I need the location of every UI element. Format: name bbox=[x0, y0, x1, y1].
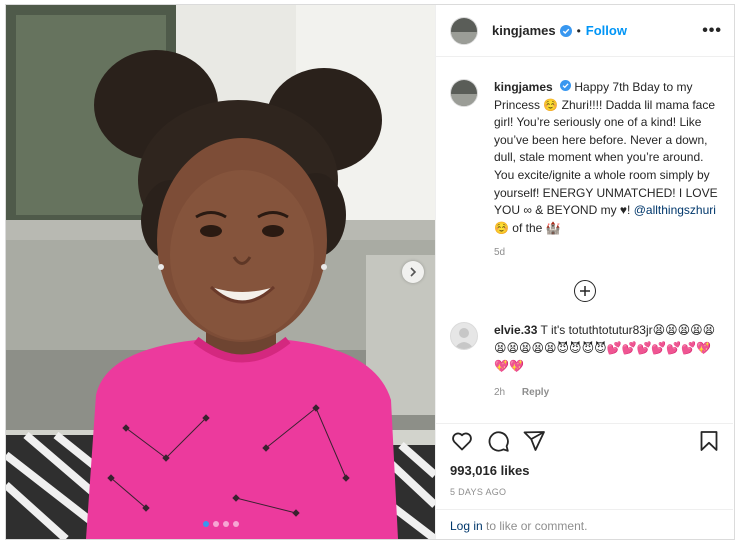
carousel-dot bbox=[222, 521, 229, 527]
load-more-comments-button[interactable] bbox=[573, 280, 596, 303]
comments-area[interactable]: kingjames Happy 7th Bday to my Princess … bbox=[436, 57, 733, 409]
comment-icon[interactable] bbox=[486, 429, 510, 453]
header-username[interactable]: kingjames bbox=[492, 23, 556, 38]
photo-illustration bbox=[6, 5, 435, 539]
chevron-right-icon bbox=[410, 267, 417, 277]
caption-mention-link[interactable]: @allthingszhuri bbox=[634, 203, 716, 217]
avatar-image bbox=[451, 80, 477, 106]
comment-meta: 2h Reply bbox=[494, 387, 733, 398]
carousel-dots bbox=[6, 521, 435, 527]
carousel-next-button[interactable] bbox=[402, 261, 424, 283]
avatar[interactable] bbox=[450, 322, 478, 351]
caption: kingjames Happy 7th Bday to my Princess … bbox=[436, 57, 733, 237]
caption-tail: ☺️ of the 🏰 bbox=[494, 220, 561, 235]
avatar[interactable] bbox=[450, 79, 478, 107]
verified-badge-icon bbox=[559, 24, 572, 37]
more-options-button[interactable]: ••• bbox=[702, 22, 722, 40]
action-bar bbox=[436, 423, 733, 457]
plus-circle-icon bbox=[579, 286, 590, 297]
post-frame: kingjames • Follow ••• kingjames Happy 7… bbox=[5, 4, 735, 540]
caption-username[interactable]: kingjames bbox=[494, 80, 553, 94]
comment-text: elvie.33 T it's totuthtotutur83jr😫😫😫😫😫😫😫… bbox=[494, 322, 721, 375]
carousel-dot bbox=[212, 521, 219, 527]
post-header: kingjames • Follow ••• bbox=[436, 5, 734, 57]
comment-username[interactable]: elvie.33 bbox=[494, 323, 537, 337]
avatar[interactable] bbox=[450, 16, 478, 45]
caption-text: kingjames Happy 7th Bday to my Princess … bbox=[494, 79, 721, 237]
login-prompt-text: to like or comment. bbox=[482, 519, 588, 533]
avatar-image bbox=[451, 17, 477, 44]
heart-icon[interactable] bbox=[450, 429, 474, 453]
carousel-dot bbox=[202, 521, 209, 527]
post-side-panel: kingjames • Follow ••• kingjames Happy 7… bbox=[435, 5, 734, 539]
separator-dot: • bbox=[576, 23, 581, 38]
default-avatar-icon bbox=[454, 328, 474, 350]
verified-badge-icon bbox=[560, 80, 572, 91]
caption-time: 5d bbox=[494, 247, 506, 259]
carousel-dot bbox=[232, 521, 239, 527]
login-prompt: Log in to like or comment. bbox=[436, 509, 733, 539]
caption-body: Happy 7th Bday to my Princess ☺️ Zhuri!!… bbox=[494, 80, 718, 218]
comment-item: elvie.33 T it's totuthtotutur83jr😫😫😫😫😫😫😫… bbox=[436, 302, 733, 375]
comment-time: 2h bbox=[494, 387, 506, 399]
post-photo[interactable] bbox=[6, 5, 435, 539]
share-icon[interactable] bbox=[522, 429, 546, 453]
reply-button[interactable]: Reply bbox=[522, 387, 549, 398]
login-link[interactable]: Log in bbox=[450, 519, 483, 533]
likes-count[interactable]: 993,016 likes bbox=[450, 463, 530, 478]
bookmark-icon[interactable] bbox=[697, 429, 721, 453]
post-date: 5 DAYS AGO bbox=[450, 487, 507, 497]
follow-button[interactable]: Follow bbox=[586, 23, 627, 38]
